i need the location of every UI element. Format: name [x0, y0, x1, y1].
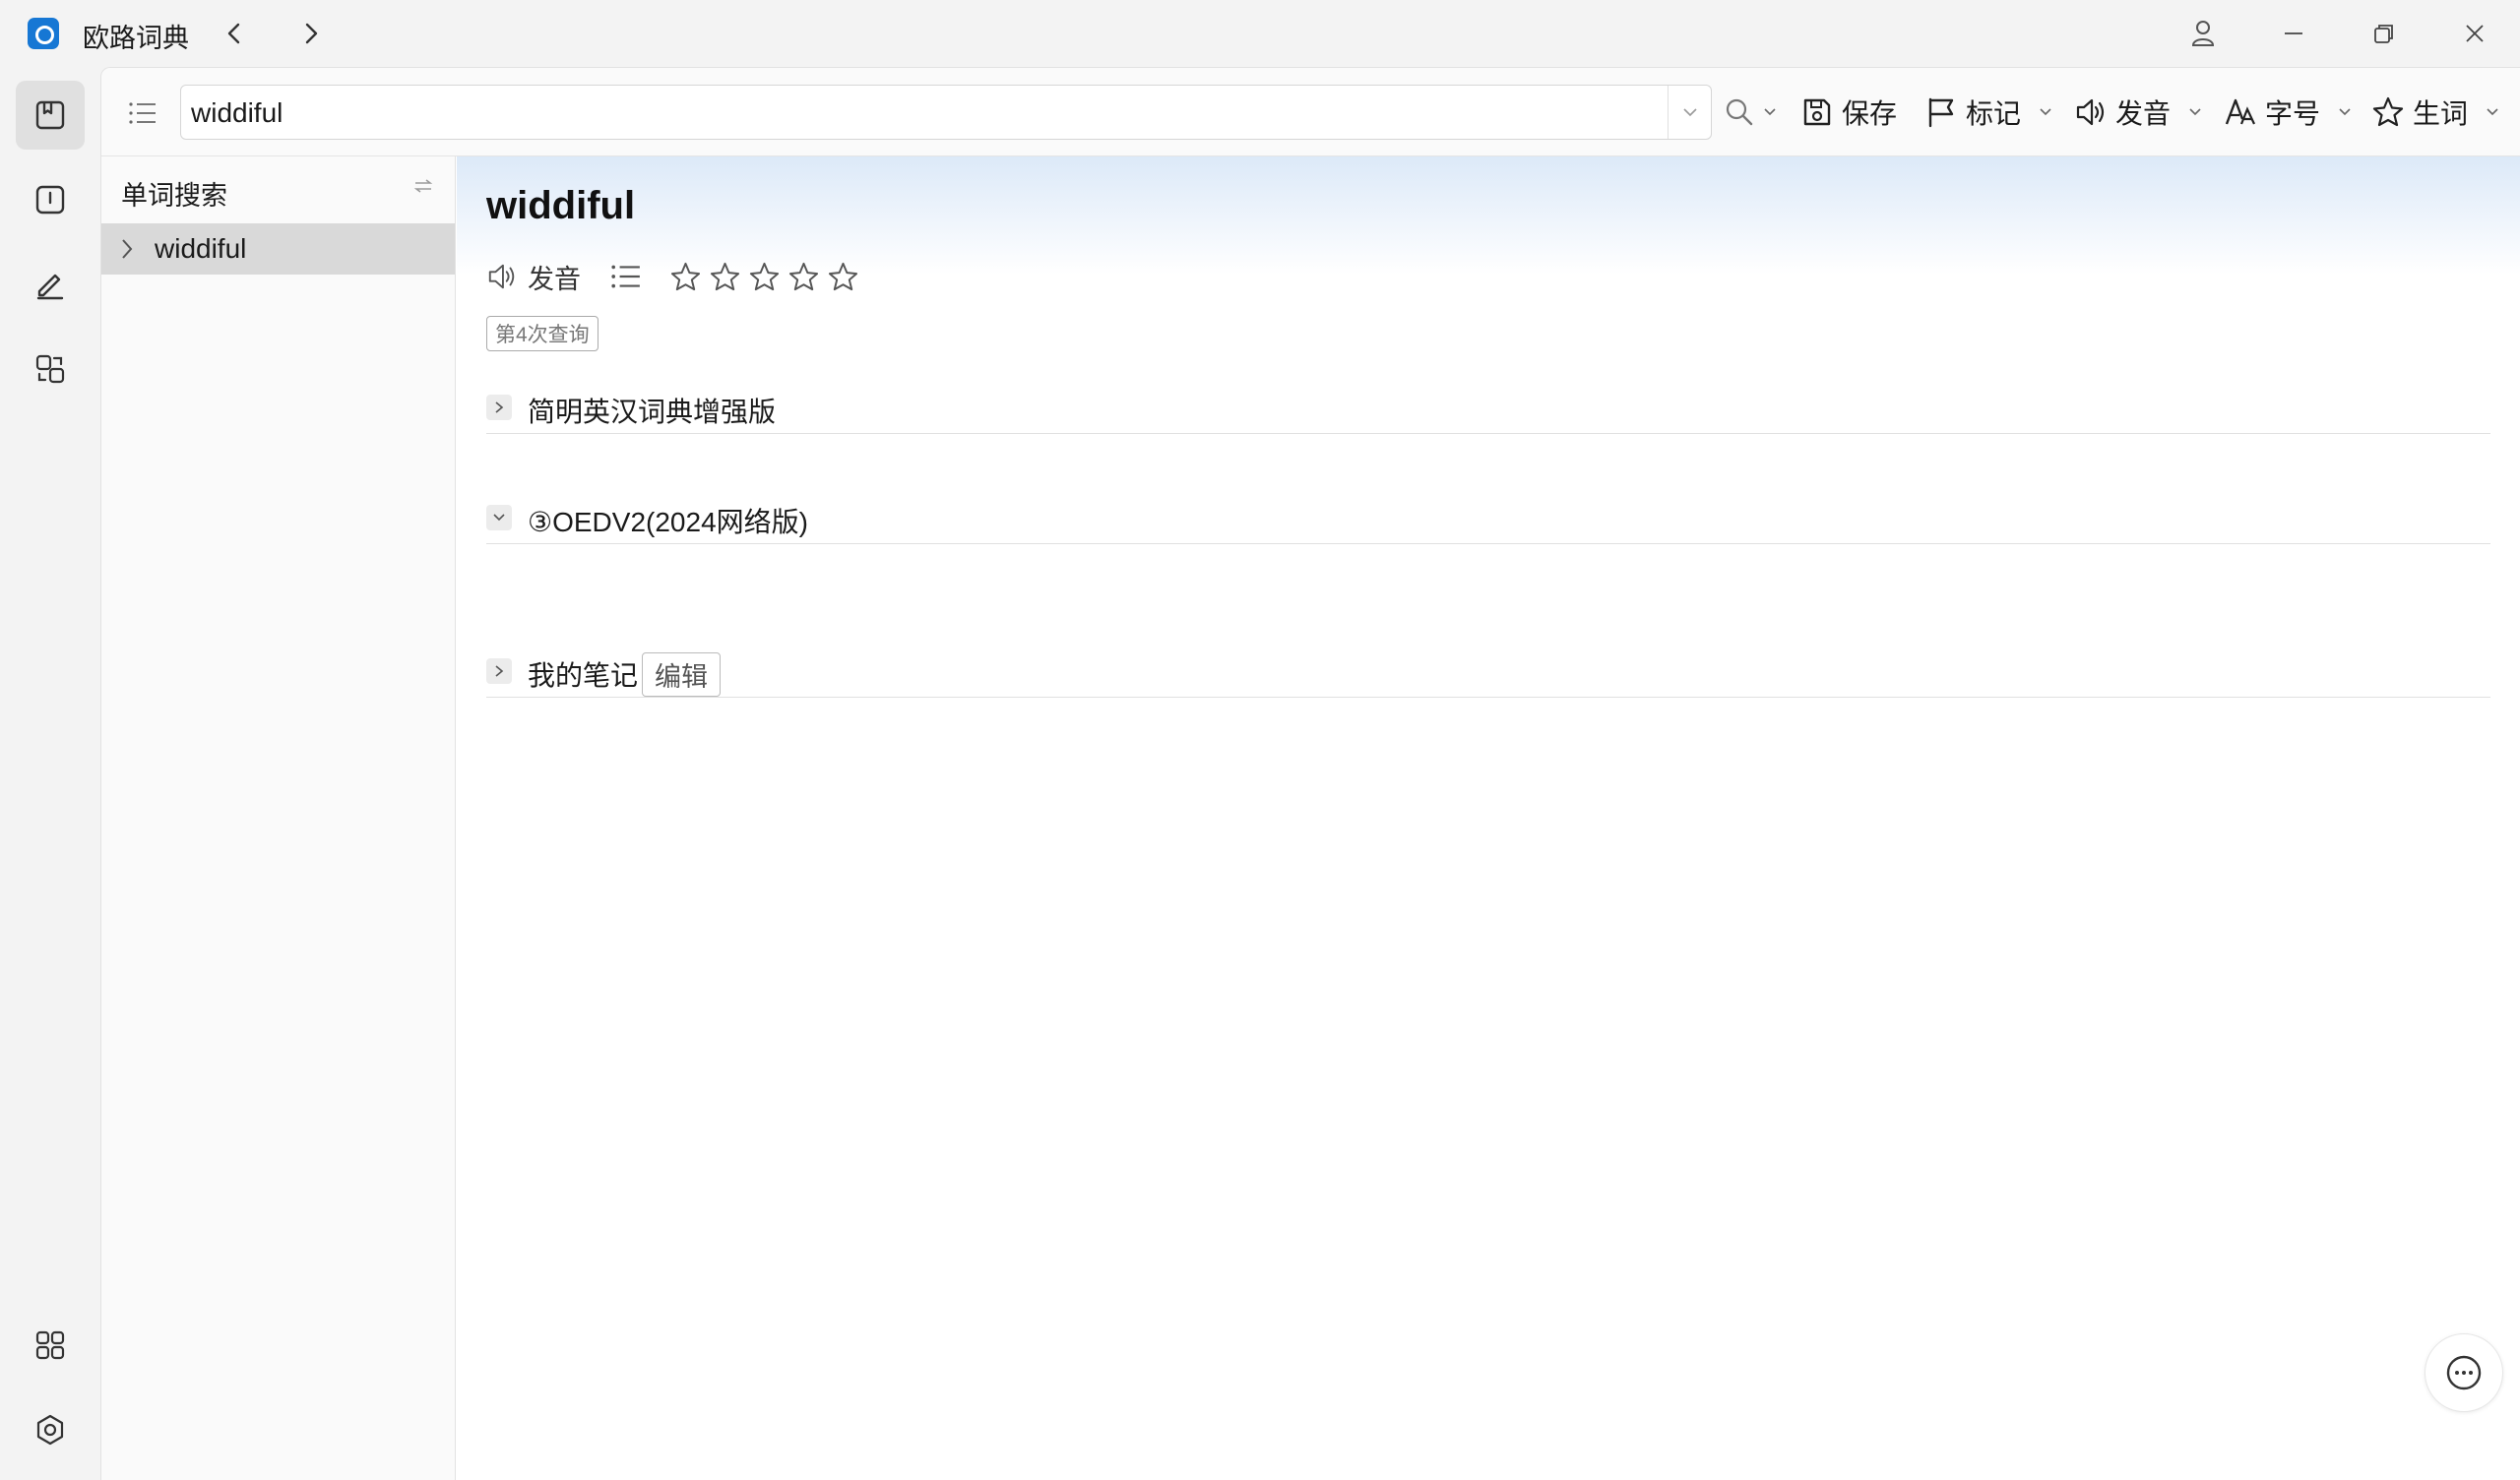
word-list-panel: 单词搜索 widdiful: [101, 156, 456, 1480]
vocabulary-label: 生词: [2413, 98, 2469, 129]
star-rating-2[interactable]: [709, 261, 741, 293]
chevron-down-icon: [493, 514, 505, 522]
edit-pen-icon: [36, 274, 64, 300]
search-button[interactable]: [1724, 88, 1777, 137]
word-list-item[interactable]: widdiful: [101, 223, 455, 275]
chevron-right-icon: [122, 239, 133, 259]
section-dict-2: ③OEDV2(2024网络版): [486, 495, 2490, 544]
word-list-item-label: widdiful: [155, 233, 247, 264]
title-bar: 欧路词典: [0, 0, 2520, 67]
toggle-wordlist-button[interactable]: [121, 92, 164, 135]
app-logo-icon: [28, 18, 59, 49]
rail-reader-button[interactable]: [16, 165, 85, 234]
search-box: [180, 85, 1712, 140]
section-title[interactable]: ③OEDV2(2024网络版): [528, 501, 808, 540]
chevron-right-icon: [305, 23, 318, 44]
chevron-down-icon: [2040, 108, 2051, 116]
chevron-down-icon: [2487, 108, 2498, 116]
chevron-right-icon: [495, 665, 504, 677]
account-button[interactable]: [2181, 14, 2225, 53]
search-history-dropdown[interactable]: [1668, 86, 1711, 139]
save-icon: [1803, 98, 1831, 126]
star-rating-4[interactable]: [788, 261, 820, 293]
rail-notes-button[interactable]: [16, 250, 85, 319]
font-size-icon: [2225, 98, 2255, 125]
mark-label: 标记: [1966, 98, 2022, 129]
entry-actions: 发音: [486, 255, 859, 298]
section-title[interactable]: 简明英汉词典增强版: [528, 391, 776, 430]
back-button[interactable]: [217, 16, 252, 51]
section-toggle[interactable]: [486, 395, 512, 420]
forward-button[interactable]: [293, 16, 329, 51]
add-to-list-button[interactable]: [610, 263, 642, 290]
section-notes: 我的笔记 编辑: [486, 648, 2490, 698]
chat-bubble-icon: [2446, 1355, 2482, 1390]
speaker-icon: [2076, 98, 2105, 126]
font-size-button[interactable]: 字号: [2224, 88, 2352, 137]
user-icon: [2191, 21, 2215, 46]
mark-button[interactable]: 标记: [1924, 88, 2052, 137]
rail-translate-button[interactable]: [16, 335, 85, 403]
swap-arrows-icon: [413, 179, 433, 193]
chevron-down-icon: [2339, 108, 2351, 116]
translate-icon: [35, 354, 65, 384]
restore-icon: [2374, 25, 2393, 43]
toolbar: 保存 标记 发音 字号 生词: [101, 68, 2520, 156]
main-panel: 保存 标记 发音 字号 生词 单词搜索 widdif: [100, 67, 2520, 1480]
minimize-icon: [2285, 32, 2302, 34]
restore-button[interactable]: [2362, 14, 2406, 53]
rail-dictionary-button[interactable]: [16, 81, 85, 150]
rail-settings-button[interactable]: [16, 1395, 85, 1464]
swap-button[interactable]: [413, 178, 433, 194]
entry-content: widdiful 发音 第4次查询 简明英汉词典增强版 ③OEDV2(2024网…: [457, 156, 2520, 1480]
search-input[interactable]: [191, 92, 1638, 135]
font-size-label: 字号: [2265, 98, 2321, 129]
app-title: 欧路词典: [83, 24, 189, 53]
chevron-down-icon: [1764, 108, 1776, 116]
section-toggle[interactable]: [486, 658, 512, 684]
edit-notes-button[interactable]: 编辑: [642, 652, 721, 697]
search-icon: [1726, 98, 1753, 126]
list-icon: [611, 265, 640, 288]
star-rating-3[interactable]: [748, 261, 781, 293]
speaker-icon: [488, 264, 515, 289]
pronounce-button[interactable]: 发音: [2074, 88, 2202, 137]
section-toggle[interactable]: [486, 505, 512, 530]
left-rail: [0, 67, 100, 1480]
chevron-right-icon: [495, 401, 504, 413]
star-rating-5[interactable]: [827, 261, 859, 293]
section-title[interactable]: 我的笔记: [528, 654, 638, 694]
settings-hex-icon: [36, 1414, 64, 1446]
vocabulary-button[interactable]: 生词: [2371, 88, 2499, 137]
save-button[interactable]: 保存: [1800, 88, 1897, 137]
list-icon: [129, 102, 156, 124]
close-icon: [2466, 25, 2484, 42]
star-icon: [2372, 96, 2404, 127]
rail-apps-button[interactable]: [16, 1311, 85, 1380]
reader-icon: [35, 185, 65, 215]
chevron-down-icon: [1682, 108, 1697, 117]
query-count-badge: 第4次查询: [486, 316, 598, 351]
entry-pronounce-label: 发音: [528, 264, 581, 294]
apps-grid-icon: [35, 1330, 65, 1360]
pronounce-label: 发音: [2115, 98, 2172, 129]
entry-pronounce-button[interactable]: 发音: [486, 258, 581, 296]
chevron-down-icon: [2189, 108, 2201, 116]
close-button[interactable]: [2453, 14, 2496, 53]
flag-icon: [1928, 97, 1954, 128]
word-list-header: 单词搜索: [121, 181, 227, 211]
chevron-left-icon: [227, 23, 240, 44]
star-rating-1[interactable]: [669, 261, 702, 293]
chat-button[interactable]: [2425, 1333, 2503, 1412]
save-label: 保存: [1842, 98, 1898, 129]
headword: widdiful: [486, 184, 636, 227]
dictionary-icon: [35, 100, 65, 130]
minimize-button[interactable]: [2272, 14, 2315, 53]
rating-stars: [669, 261, 859, 293]
section-dict-1: 简明英汉词典增强版: [486, 385, 2490, 434]
